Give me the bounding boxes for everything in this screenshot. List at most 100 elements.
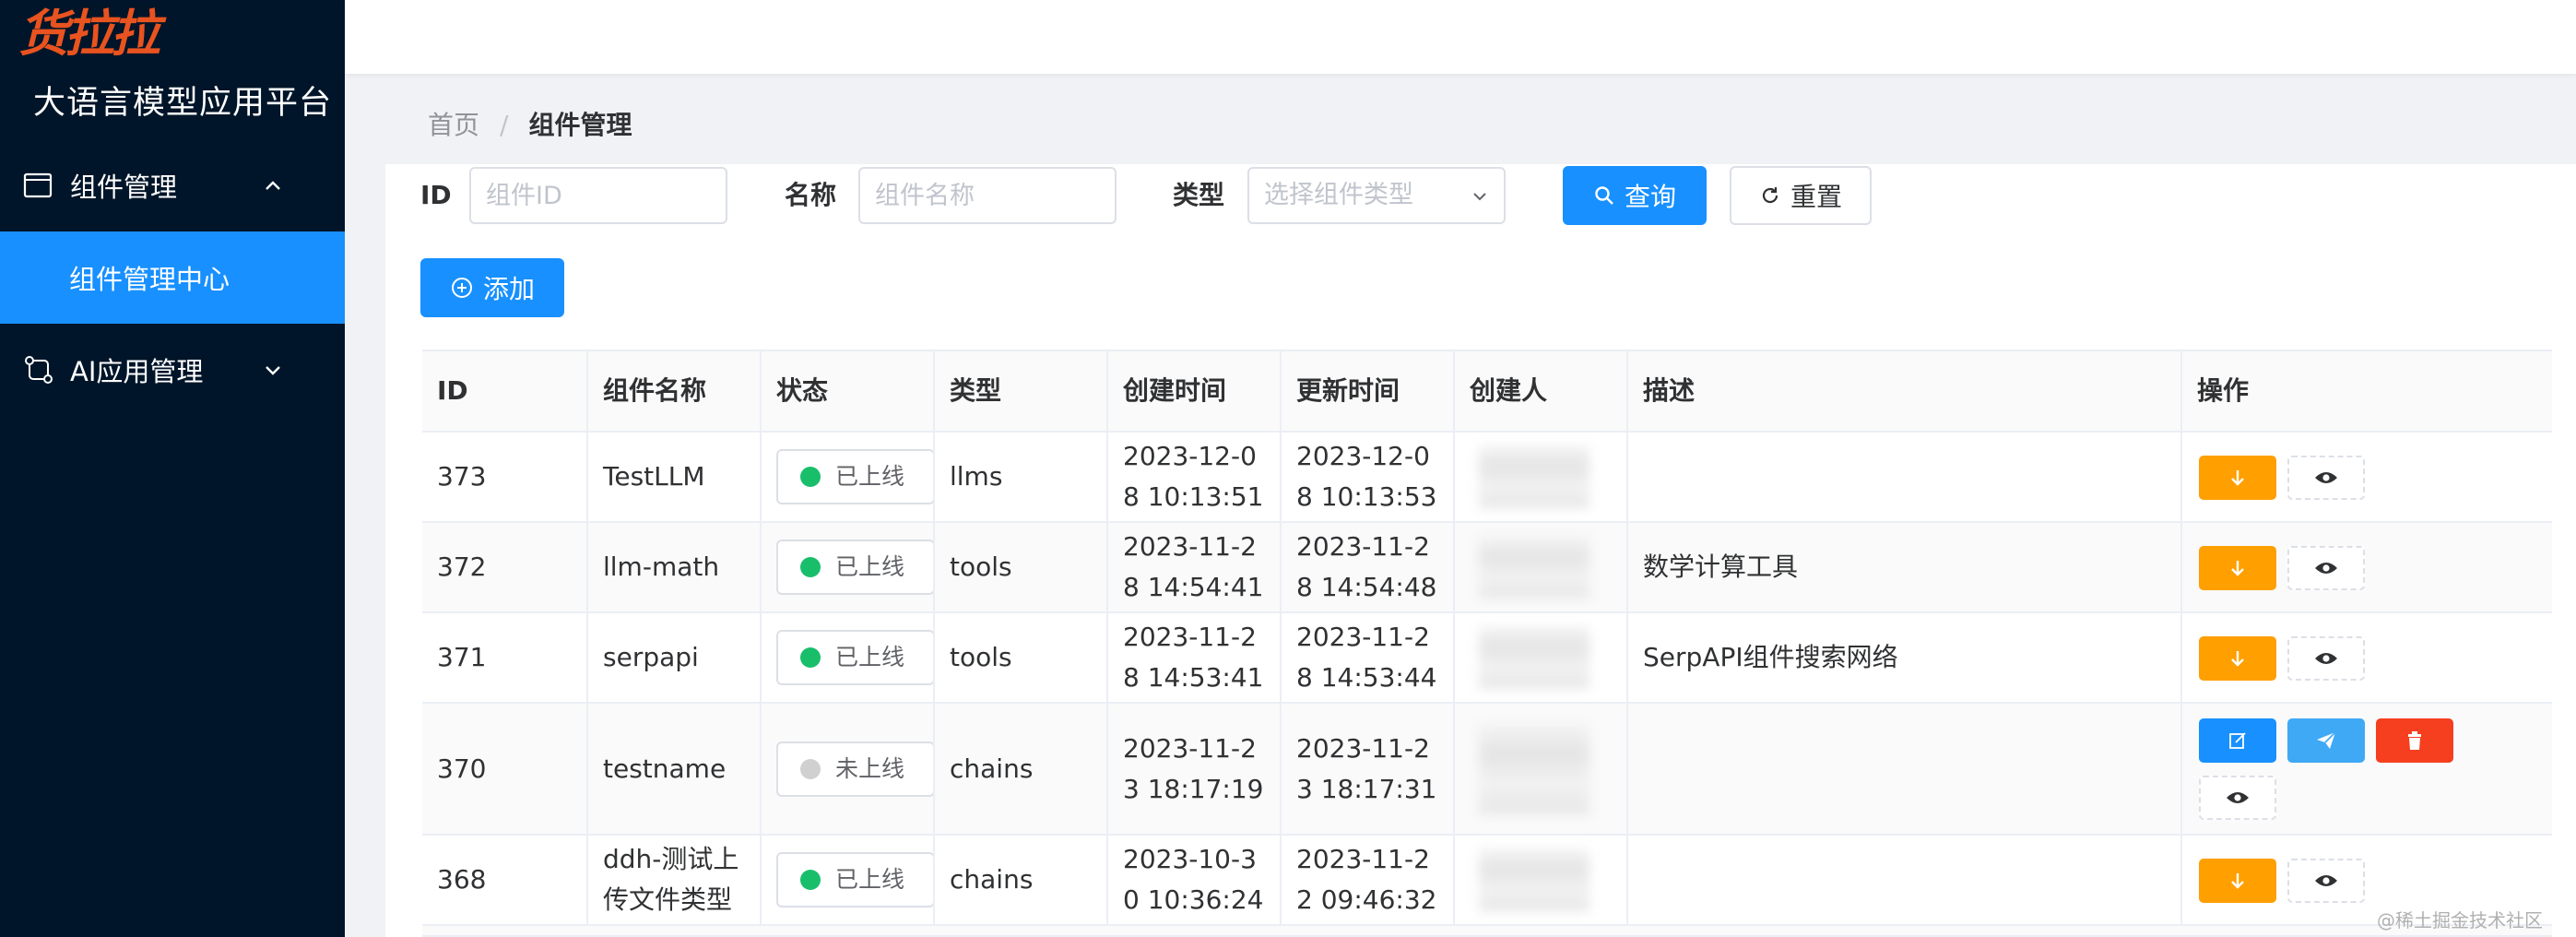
id-filter-label: ID bbox=[420, 180, 452, 210]
cell-status: 已上线 bbox=[762, 433, 935, 521]
cell-created: 2023-11-2 8 14:53:41 bbox=[1108, 613, 1282, 702]
arrow-down-icon bbox=[2231, 470, 2244, 486]
publish-button[interactable] bbox=[2287, 718, 2365, 763]
updated-date: 2023-11-2 bbox=[1296, 622, 1430, 652]
redacted-creator bbox=[1479, 723, 1589, 814]
search-icon bbox=[1595, 186, 1613, 205]
arrow-down-icon bbox=[2231, 561, 2244, 576]
view-button[interactable] bbox=[2287, 456, 2365, 500]
eye-icon bbox=[2315, 472, 2337, 483]
column-header-creator: 创建人 bbox=[1455, 351, 1628, 431]
download-button[interactable] bbox=[2199, 859, 2276, 903]
cell-created: 2023-12-0 8 10:13:51 bbox=[1108, 433, 1282, 521]
status-text: 未上线 bbox=[835, 754, 905, 782]
cell-name: llm-math bbox=[588, 523, 762, 611]
download-button[interactable] bbox=[2199, 636, 2276, 681]
column-header-type: 类型 bbox=[935, 351, 1108, 431]
breadcrumb-separator: / bbox=[500, 110, 509, 140]
table-header: ID 组件名称 状态 类型 创建时间 更新时间 创建人 描述 操作 bbox=[422, 350, 2552, 433]
status-dot bbox=[800, 647, 821, 668]
menu-ai-app-management[interactable]: AI应用管理 bbox=[0, 324, 345, 416]
menu-component-management[interactable]: 组件管理 bbox=[0, 139, 345, 231]
updated-date: 2023-11-2 bbox=[1296, 531, 1430, 562]
download-button[interactable] bbox=[2199, 456, 2276, 500]
cell-description: 数学计算工具 bbox=[1628, 523, 2182, 611]
cell-status: 已上线 bbox=[762, 523, 935, 611]
cell-status: 已上线 bbox=[762, 836, 935, 924]
cell-status: 未上线 bbox=[762, 704, 935, 834]
menu-component-center[interactable]: 组件管理中心 bbox=[0, 231, 345, 324]
updated-date: 2023-11-2 bbox=[1296, 844, 1430, 874]
watermark: @稀土掘金技术社区 bbox=[2377, 909, 2543, 931]
cell-created: 2023-10-3 0 10:36:24 bbox=[1108, 836, 1282, 924]
redacted-creator bbox=[1479, 848, 1589, 911]
view-button[interactable] bbox=[2287, 636, 2365, 681]
add-button[interactable]: 添加 bbox=[420, 258, 564, 317]
cell-updated: 2023-11-2 3 18:17:31 bbox=[1282, 704, 1455, 834]
status-text: 已上线 bbox=[835, 644, 905, 670]
cell-type: tools bbox=[935, 613, 1108, 702]
search-button-label: 查询 bbox=[1624, 182, 1676, 212]
table-row bbox=[422, 926, 2552, 937]
created-date: 2023-11-2 bbox=[1123, 622, 1257, 652]
menu-label: AI应用管理 bbox=[70, 356, 204, 387]
delete-button[interactable] bbox=[2376, 718, 2453, 763]
created-date: 2023-12-0 bbox=[1123, 441, 1257, 471]
status-dot bbox=[800, 758, 821, 779]
name-line-2: 传文件类型 bbox=[603, 884, 733, 915]
redacted-creator bbox=[1479, 626, 1589, 689]
view-button[interactable] bbox=[2287, 859, 2365, 903]
search-button[interactable]: 查询 bbox=[1563, 166, 1707, 225]
cell-creator bbox=[1455, 836, 1628, 924]
breadcrumb-home[interactable]: 首页 bbox=[428, 110, 479, 140]
status-dot bbox=[800, 557, 821, 577]
top-header bbox=[345, 0, 2576, 74]
cell-type: chains bbox=[935, 704, 1108, 834]
column-header-created: 创建时间 bbox=[1108, 351, 1282, 431]
cell-updated: 2023-11-2 2 09:46:32 bbox=[1282, 836, 1455, 924]
created-time: 8 14:53:41 bbox=[1123, 662, 1264, 693]
cell-updated: 2023-11-2 8 14:53:44 bbox=[1282, 613, 1455, 702]
reset-button[interactable]: 重置 bbox=[1730, 166, 1872, 225]
status-text: 已上线 bbox=[835, 553, 905, 580]
redacted-creator bbox=[1479, 536, 1589, 599]
trash-icon bbox=[2408, 731, 2421, 750]
updated-date: 2023-12-0 bbox=[1296, 441, 1430, 471]
created-date: 2023-11-2 bbox=[1123, 531, 1257, 562]
column-header-name: 组件名称 bbox=[588, 351, 762, 431]
cell-actions bbox=[2182, 613, 2552, 702]
status-text: 已上线 bbox=[835, 463, 905, 490]
refresh-icon bbox=[1762, 187, 1778, 204]
window-icon bbox=[23, 172, 53, 198]
breadcrumb: 首页 / 组件管理 bbox=[428, 105, 632, 146]
updated-time: 8 14:53:44 bbox=[1296, 662, 1437, 693]
download-button[interactable] bbox=[2199, 546, 2276, 590]
eye-icon bbox=[2315, 653, 2337, 664]
name-filter-label: 名称 bbox=[785, 180, 837, 210]
status-badge: 已上线 bbox=[776, 449, 933, 504]
created-date: 2023-10-3 bbox=[1123, 844, 1257, 874]
type-select-placeholder: 选择组件类型 bbox=[1264, 181, 1413, 209]
flow-icon bbox=[25, 356, 53, 384]
breadcrumb-current: 组件管理 bbox=[528, 110, 632, 140]
cell-actions bbox=[2182, 433, 2552, 521]
cell-id: 373 bbox=[422, 433, 588, 521]
chevron-down-icon bbox=[1473, 193, 1486, 201]
edit-button[interactable] bbox=[2199, 718, 2276, 763]
table-row: 372 llm-math 已上线 tools 2023-11-2 8 14:54:… bbox=[422, 523, 2552, 613]
id-filter-input[interactable] bbox=[469, 167, 727, 224]
cell-creator bbox=[1455, 433, 1628, 521]
cell-description bbox=[1628, 433, 2182, 521]
created-time: 3 18:17:19 bbox=[1123, 773, 1264, 804]
name-line-1: ddh-测试上 bbox=[603, 844, 739, 874]
view-button[interactable] bbox=[2199, 776, 2276, 820]
table-row: 368 ddh-测试上 传文件类型 已上线 chains 2023-10-3 0 1… bbox=[422, 836, 2552, 926]
chevron-down-icon bbox=[266, 366, 280, 375]
type-select[interactable]: 选择组件类型 bbox=[1247, 167, 1506, 224]
cell-type: tools bbox=[935, 523, 1108, 611]
view-button[interactable] bbox=[2287, 546, 2365, 590]
cell-created: 2023-11-2 8 14:54:41 bbox=[1108, 523, 1282, 611]
name-filter-input[interactable] bbox=[858, 167, 1117, 224]
column-header-description: 描述 bbox=[1628, 351, 2182, 431]
table-row: 370 testname 未上线 chains 2023-11-2 3 18:17… bbox=[422, 704, 2552, 836]
